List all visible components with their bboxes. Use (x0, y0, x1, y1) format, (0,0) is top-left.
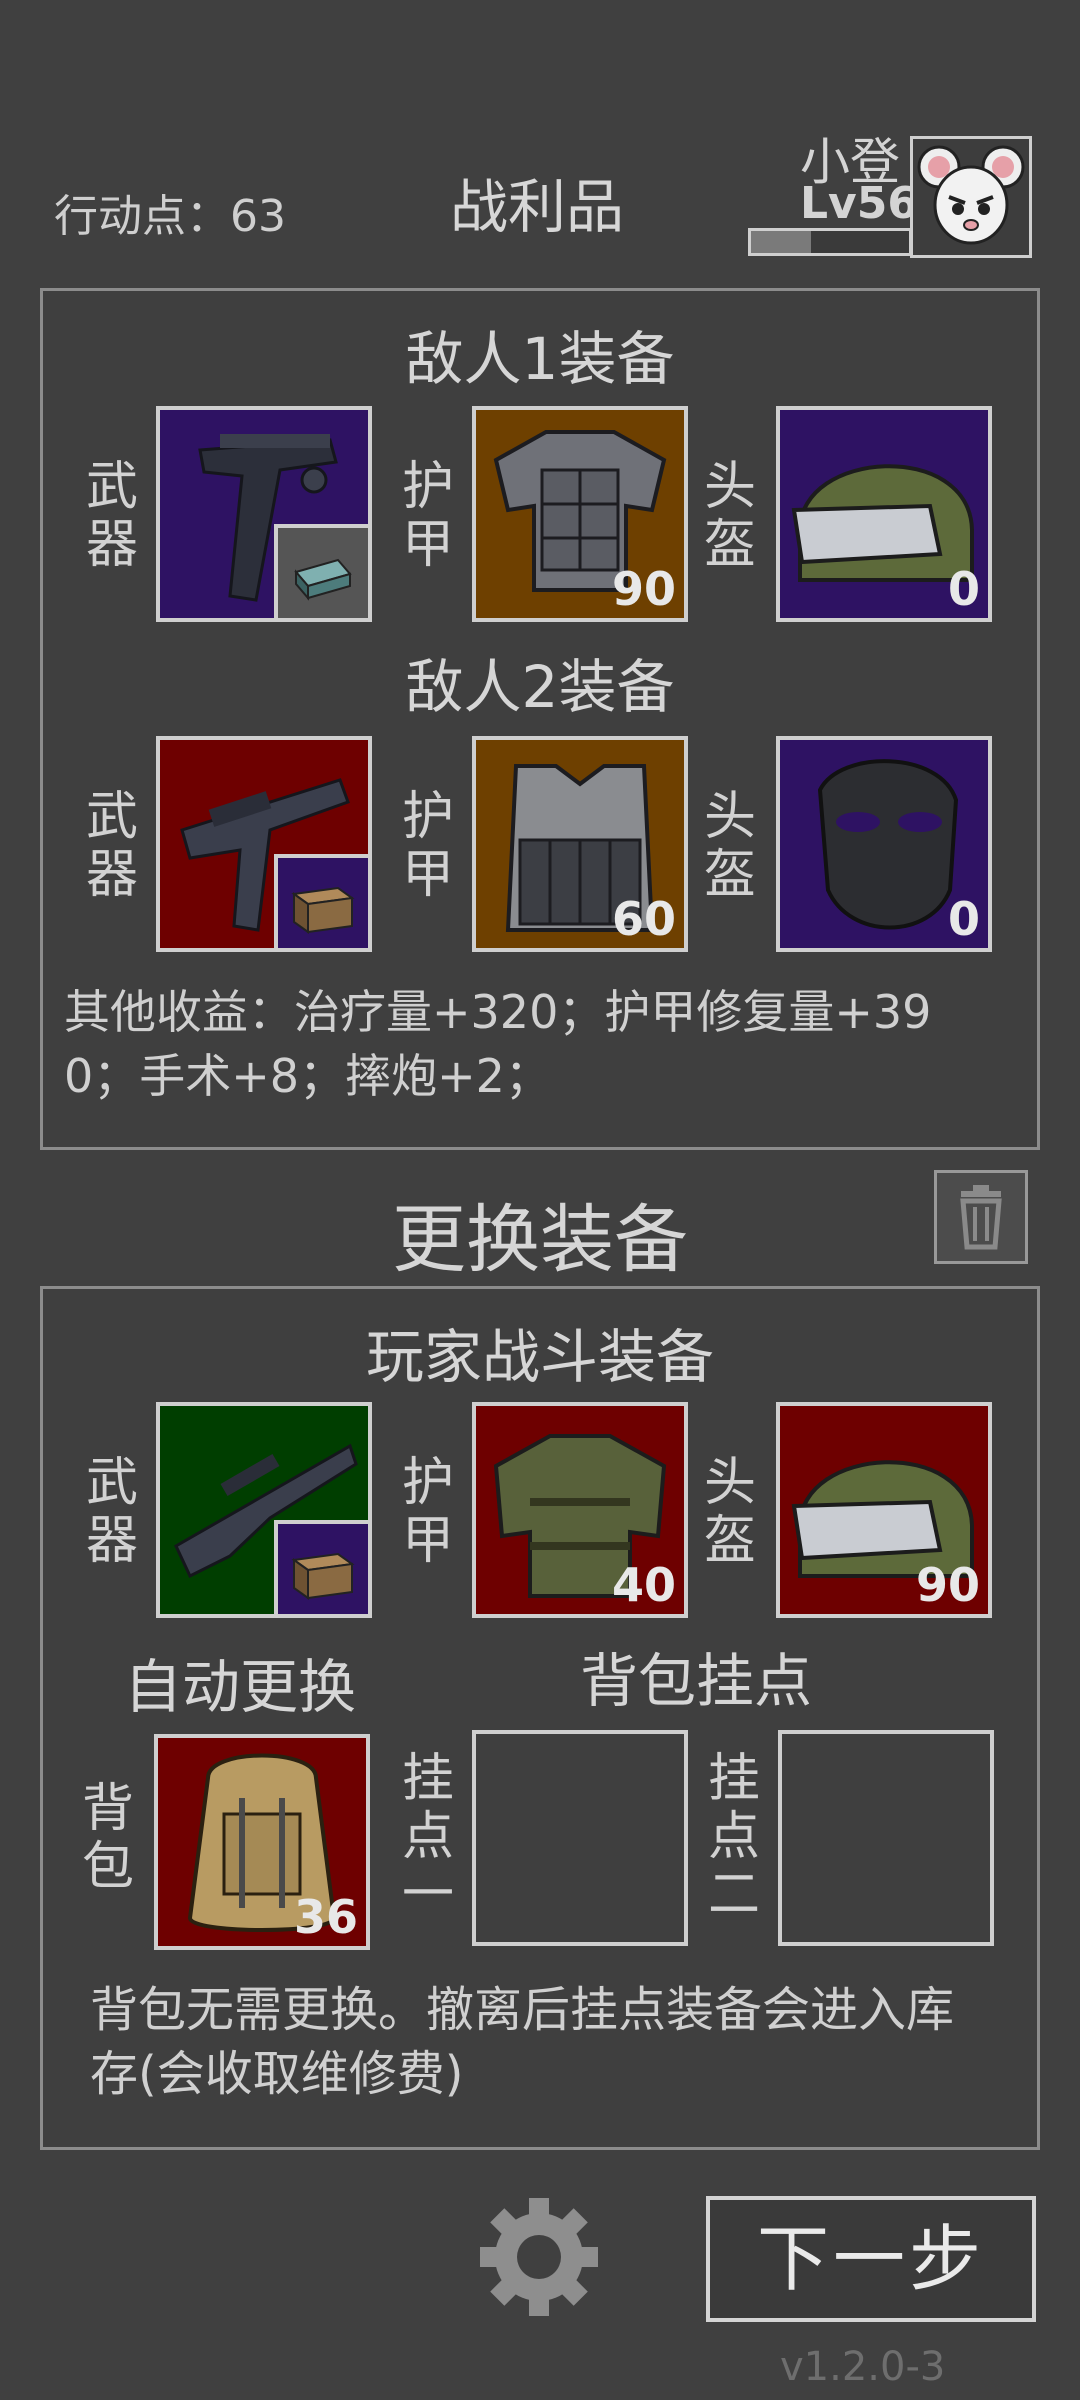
player-ammo-subslot[interactable] (274, 1520, 368, 1614)
hook1-label: 挂点一 (401, 1749, 454, 1925)
armor-label: 护甲 (401, 457, 454, 575)
player-armor-slot[interactable]: 40 (472, 1402, 688, 1618)
next-button[interactable]: 下一步 (706, 2196, 1036, 2322)
enemy1-armor-durability: 90 (611, 562, 676, 616)
avatar[interactable] (910, 136, 1032, 258)
backpack-slot[interactable]: 36 (154, 1734, 370, 1950)
ammo-box-icon (294, 558, 352, 601)
player-gear-title: 玩家战斗装备 (365, 1323, 714, 1391)
enemy1-weapon-slot[interactable] (156, 406, 372, 622)
player-weapon-slot[interactable] (156, 1402, 372, 1618)
action-points: 行动点：63 (54, 191, 286, 242)
enemy1-helmet-slot[interactable]: 0 (776, 406, 992, 622)
backpack-durability: 36 (293, 1890, 358, 1944)
backpack-hooks-title: 背包挂点 (580, 1647, 813, 1715)
enemy1-armor-slot[interactable]: 90 (472, 406, 688, 622)
player-armor-durability: 40 (611, 1558, 676, 1612)
swap-note-text: 背包无需更换。撤离后挂点装备会进入库 存(会收取维修费) (90, 1982, 955, 2102)
player-helmet-slot[interactable]: 90 (776, 1402, 992, 1618)
xp-progress-fill (751, 231, 812, 253)
enemy2-helmet-durability: 0 (947, 892, 980, 946)
page-title: 战利品 (450, 173, 625, 241)
settings-button[interactable] (474, 2192, 604, 2322)
enemy1-ammo-subslot[interactable] (274, 524, 368, 618)
auto-swap-button[interactable]: 自动更换 (124, 1640, 356, 1724)
enemy2-ammo-subslot[interactable] (274, 854, 368, 948)
weapon-label: 武器 (85, 457, 138, 575)
enemy2-weapon-slot[interactable] (156, 736, 372, 952)
helmet-label: 头盔 (703, 457, 756, 575)
enemy1-helmet-durability: 0 (947, 562, 980, 616)
armor-label: 护甲 (401, 787, 454, 905)
backpack-label: 背包 (81, 1779, 134, 1897)
mouse-avatar-icon (917, 145, 1025, 245)
weapon-label: 武器 (85, 1453, 138, 1571)
ammo-box-icon (291, 886, 355, 934)
other-gains-text: 其他收益：治疗量+320；护甲修复量+39 0；手术+8；摔炮+2； (64, 985, 932, 1103)
hook2-slot[interactable] (778, 1730, 994, 1946)
enemy2-title: 敌人2装备 (405, 653, 675, 721)
trash-button[interactable] (934, 1170, 1028, 1264)
ammo-box-icon (291, 1552, 355, 1600)
trash-icon (960, 1185, 1002, 1250)
enemy1-title: 敌人1装备 (405, 325, 675, 393)
hook1-slot[interactable] (472, 1730, 688, 1946)
swap-title: 更换装备 (392, 1197, 688, 1283)
helmet-label: 头盔 (703, 1453, 756, 1571)
player-helmet-durability: 90 (915, 1558, 980, 1612)
gear-icon (480, 2198, 598, 2316)
enemy2-armor-slot[interactable]: 60 (472, 736, 688, 952)
player-level: Lv56 (800, 178, 918, 229)
weapon-label: 武器 (85, 787, 138, 905)
xp-progress-bar (748, 228, 912, 256)
enemy2-helmet-slot[interactable]: 0 (776, 736, 992, 952)
hook2-label: 挂点二 (707, 1749, 760, 1925)
helmet-label: 头盔 (703, 787, 756, 905)
version-label: v1.2.0-3 (780, 2344, 946, 2390)
armor-label: 护甲 (401, 1453, 454, 1571)
enemy2-armor-durability: 60 (611, 892, 676, 946)
